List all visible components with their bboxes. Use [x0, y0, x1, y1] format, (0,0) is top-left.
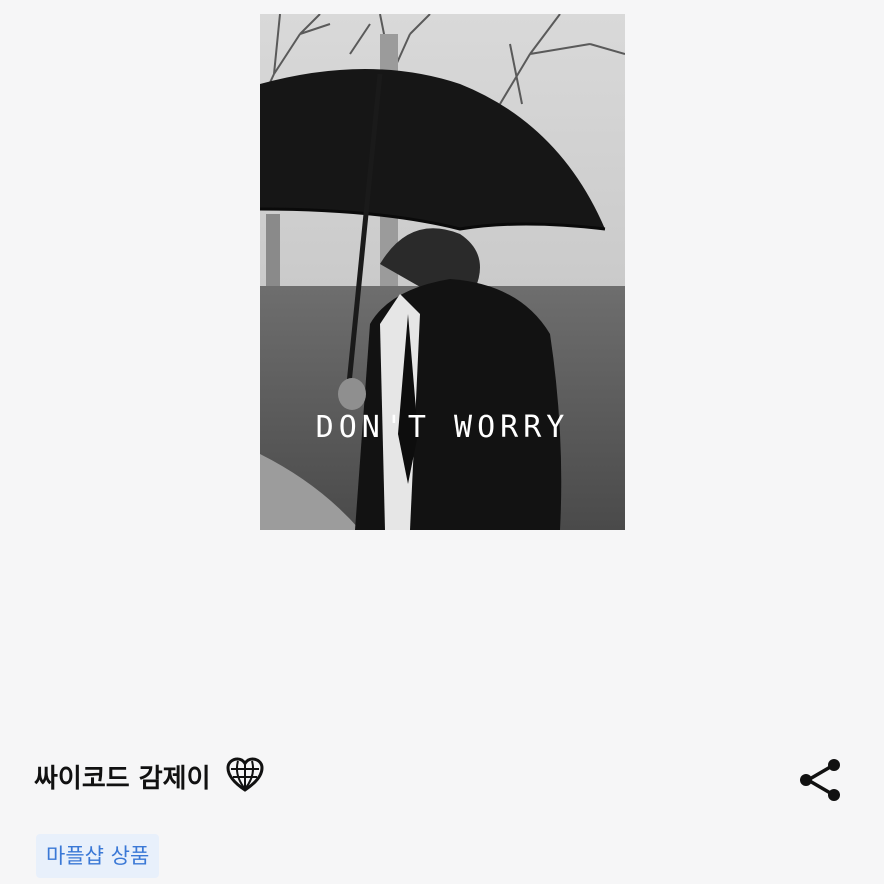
product-photo — [260, 14, 625, 530]
poster-caption: DON'T WORRY — [315, 410, 570, 445]
title-row: 싸이코드 감제이 — [34, 756, 265, 796]
shop-badge: 마플샵 상품 — [36, 834, 160, 878]
share-button[interactable] — [794, 754, 846, 806]
heart-globe-icon — [225, 756, 265, 796]
share-icon — [800, 759, 840, 801]
product-image[interactable]: DON'T WORRY — [260, 14, 625, 530]
product-title: 싸이코드 감제이 — [34, 763, 211, 794]
